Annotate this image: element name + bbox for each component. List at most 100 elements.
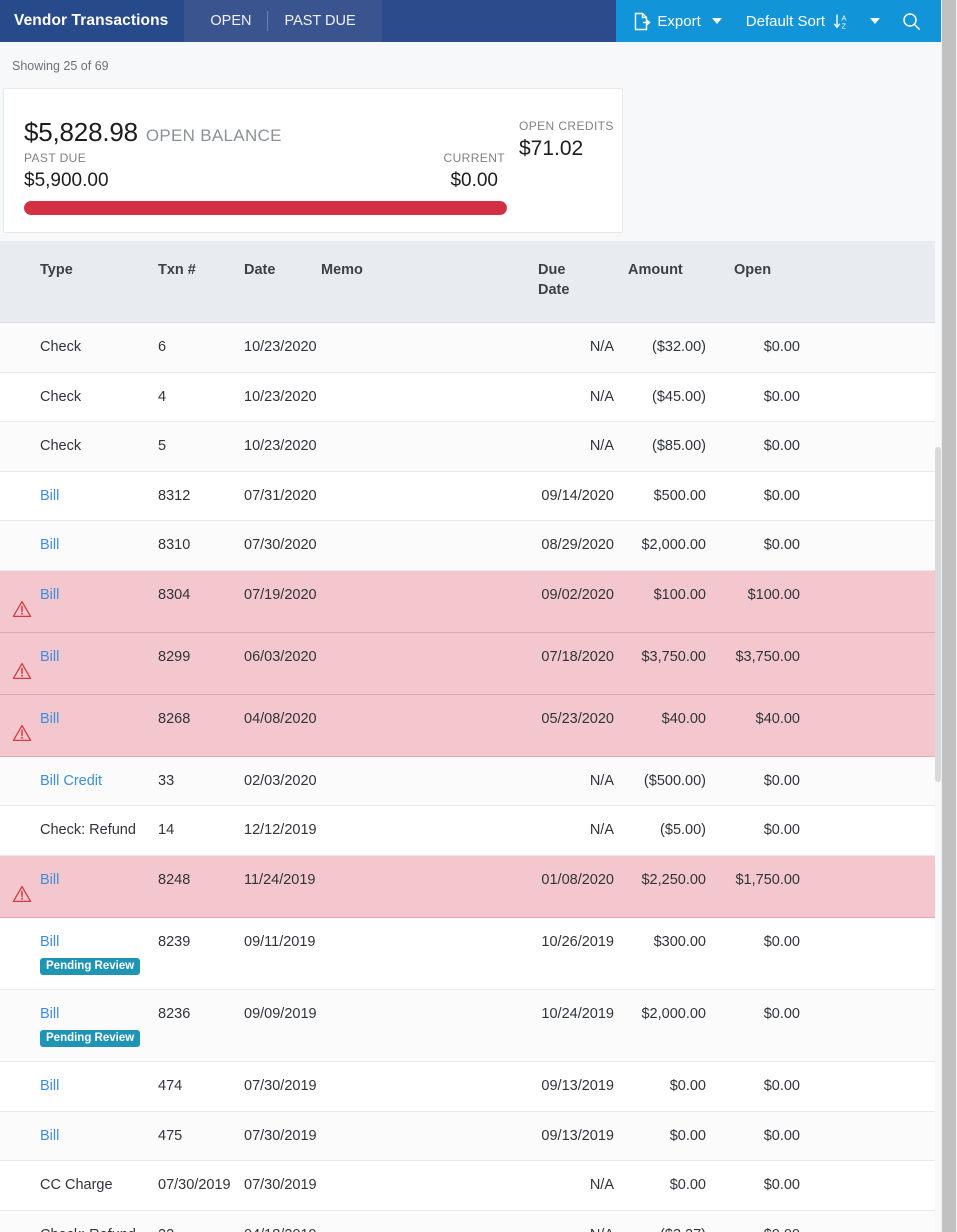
cell-open: $3,750.00 xyxy=(735,648,800,665)
row-warning-spacer xyxy=(0,323,40,352)
table-row[interactable]: Bill 475 07/30/2019 09/13/2019 $0.00 $0.00 xyxy=(0,1111,935,1162)
cell-date: 06/03/2020 xyxy=(244,648,317,665)
window-scrollbar-track[interactable] xyxy=(941,0,957,1232)
cell-txn-number[interactable]: 8236 xyxy=(158,990,244,1039)
search-button[interactable] xyxy=(896,0,927,42)
table-row[interactable]: Bill Credit 33 02/03/2020 N/A ($500.00) $0.00 xyxy=(0,756,935,807)
cell-date: 09/09/2019 xyxy=(244,1006,317,1023)
cell-amount: ($85.00) xyxy=(651,438,706,455)
cell-type[interactable]: Bill Pending Review xyxy=(40,990,158,1061)
table-row[interactable]: Check: Refund 2204/18/2019 N/A($3.27)$0.00 xyxy=(0,1211,935,1232)
cell-open: $0.00 xyxy=(763,1177,800,1194)
tab-past-due[interactable]: PAST DUE xyxy=(268,0,371,42)
cell-type-text[interactable]: Bill xyxy=(40,587,59,603)
cell-tail-spacer xyxy=(800,1062,935,1091)
table-row[interactable]: Bill Pending Review 8239 09/11/2019 10/26/20… xyxy=(0,917,935,991)
cell-type[interactable]: Bill xyxy=(40,1062,158,1111)
cell-txn-number[interactable]: 8304 xyxy=(158,571,244,620)
table-row[interactable]: Bill 8312 07/31/2020 09/14/2020 $500.00 $0.00 xyxy=(0,471,935,522)
table-row[interactable]: Check 4 10/23/2020 N/A ($45.00) $0.00 xyxy=(0,372,935,423)
cell-txn-number[interactable]: 8268 xyxy=(158,695,244,744)
cell-txn-number[interactable]: 33 xyxy=(158,757,244,806)
table-row[interactable]: Bill 8304 07/19/2020 09/02/2020 $100.00 $100.… xyxy=(0,570,935,633)
cell-date: 07/30/2019 xyxy=(244,1177,317,1194)
cell-txn-number[interactable]: 474 xyxy=(158,1062,244,1111)
header-due-date[interactable]: Due Date xyxy=(522,241,614,300)
cell-type[interactable]: Bill Credit xyxy=(40,757,158,806)
cell-tail-spacer xyxy=(800,472,935,501)
cell-type-text[interactable]: Bill xyxy=(40,1006,59,1022)
table-row[interactable]: Bill 474 07/30/2019 09/13/2019 $0.00 $0.00 xyxy=(0,1062,935,1112)
table-row[interactable]: Bill 8310 07/30/2020 08/29/2020 $2,000.00 $0.… xyxy=(0,521,935,571)
cell-type-text[interactable]: Bill xyxy=(40,488,59,504)
table-row[interactable]: Bill Pending Review 8236 09/09/2019 10/24/20… xyxy=(0,990,935,1063)
cell-type-text[interactable]: Bill Credit xyxy=(40,773,102,789)
cell-type[interactable]: Bill xyxy=(40,633,158,682)
cell-type-text[interactable]: Bill xyxy=(40,1078,59,1094)
cell-open: $0.00 xyxy=(763,487,800,504)
cell-tail-spacer xyxy=(800,373,935,402)
overdue-warning-icon-cell xyxy=(0,695,40,756)
top-bar-actions: Export Default Sort A Z xyxy=(616,0,941,42)
header-warning-spacer xyxy=(0,241,40,261)
sort-button[interactable]: Default Sort A Z xyxy=(740,0,886,42)
header-txn[interactable]: Txn # xyxy=(158,241,244,281)
cell-type-text[interactable]: Bill xyxy=(40,649,59,665)
table-row[interactable]: Bill 8268 04/08/2020 05/23/2020 $40.00 $40.00 xyxy=(0,694,935,757)
table-row[interactable]: Bill 8248 11/24/2019 01/08/2020 $2,250.00 $1,… xyxy=(0,855,935,918)
cell-type[interactable]: Bill xyxy=(40,1112,158,1161)
table-row[interactable]: Check 6 10/23/2020 N/A ($32.00) $0.00 xyxy=(0,323,935,373)
cell-tail-spacer xyxy=(800,806,935,835)
cell-type: Check: Refund xyxy=(40,1211,158,1232)
table-row[interactable]: Check: Refund 14 12/12/2019 N/A ($5.00) $0.00 xyxy=(0,806,935,856)
cell-type[interactable]: Bill xyxy=(40,472,158,521)
row-warning-spacer xyxy=(0,472,40,501)
cell-memo xyxy=(321,757,522,786)
cell-txn-number[interactable]: 8299 xyxy=(158,633,244,682)
cell-date: 10/23/2020 xyxy=(244,438,317,455)
cell-type[interactable]: Bill Pending Review xyxy=(40,918,158,989)
cell-type[interactable]: Bill xyxy=(40,695,158,744)
cell-txn-number[interactable]: 8239 xyxy=(158,918,244,967)
cell-txn-number[interactable]: 475 xyxy=(158,1112,244,1161)
header-due-line2: Date xyxy=(538,281,570,298)
cell-txn-number[interactable]: 8310 xyxy=(158,521,244,570)
cell-amount: ($45.00) xyxy=(651,388,706,405)
header-amount[interactable]: Amount xyxy=(614,241,706,281)
sort-chevron-down-icon xyxy=(870,18,880,24)
export-button[interactable]: Export xyxy=(628,0,727,42)
header-memo[interactable]: Memo xyxy=(321,241,522,281)
cell-type-text[interactable]: Bill xyxy=(40,934,59,950)
cell-due-date: 10/26/2019 xyxy=(541,933,614,950)
past-due-amount: $5,900.00 xyxy=(24,170,109,191)
cell-tail-spacer xyxy=(800,918,935,947)
cell-memo xyxy=(321,373,522,402)
header-open[interactable]: Open xyxy=(706,241,800,281)
cell-type[interactable]: Bill xyxy=(40,521,158,570)
header-date[interactable]: Date xyxy=(244,241,321,281)
tab-open[interactable]: OPEN xyxy=(194,0,267,42)
cell-due-date: N/A xyxy=(589,1177,614,1194)
window-scrollbar-thumb[interactable] xyxy=(942,0,956,1232)
cell-type[interactable]: Bill xyxy=(40,571,158,620)
header-type[interactable]: Type xyxy=(40,241,158,281)
cell-open: $0.00 xyxy=(763,1078,800,1095)
cell-type-text[interactable]: Bill xyxy=(40,872,59,888)
cell-type-text[interactable]: Bill xyxy=(40,537,59,553)
cell-type[interactable]: Bill xyxy=(40,856,158,905)
cell-amount: $0.00 xyxy=(669,1127,706,1144)
cell-due-date: 10/24/2019 xyxy=(541,1006,614,1023)
cell-type-text[interactable]: Bill xyxy=(40,711,59,727)
cell-date: 07/31/2020 xyxy=(244,487,317,504)
cell-type-text[interactable]: Bill xyxy=(40,1128,59,1144)
cell-txn-number[interactable]: 8312 xyxy=(158,472,244,521)
cell-txn-number: 6 xyxy=(158,339,167,355)
cell-due-date: N/A xyxy=(589,388,614,405)
table-row[interactable]: Bill 8299 06/03/2020 07/18/2020 $3,750.00 $3,… xyxy=(0,632,935,695)
table-row[interactable]: CC Charge 07/30/2019 07/30/2019 N/A $0.00 $0.… xyxy=(0,1161,935,1212)
cell-amount: $100.00 xyxy=(653,586,706,603)
cell-tail-spacer xyxy=(800,856,935,885)
table-row[interactable]: Check 5 10/23/2020 N/A ($85.00) $0.00 xyxy=(0,422,935,472)
cell-txn-number[interactable]: 8248 xyxy=(158,856,244,905)
cell-tail-spacer xyxy=(800,1161,935,1190)
